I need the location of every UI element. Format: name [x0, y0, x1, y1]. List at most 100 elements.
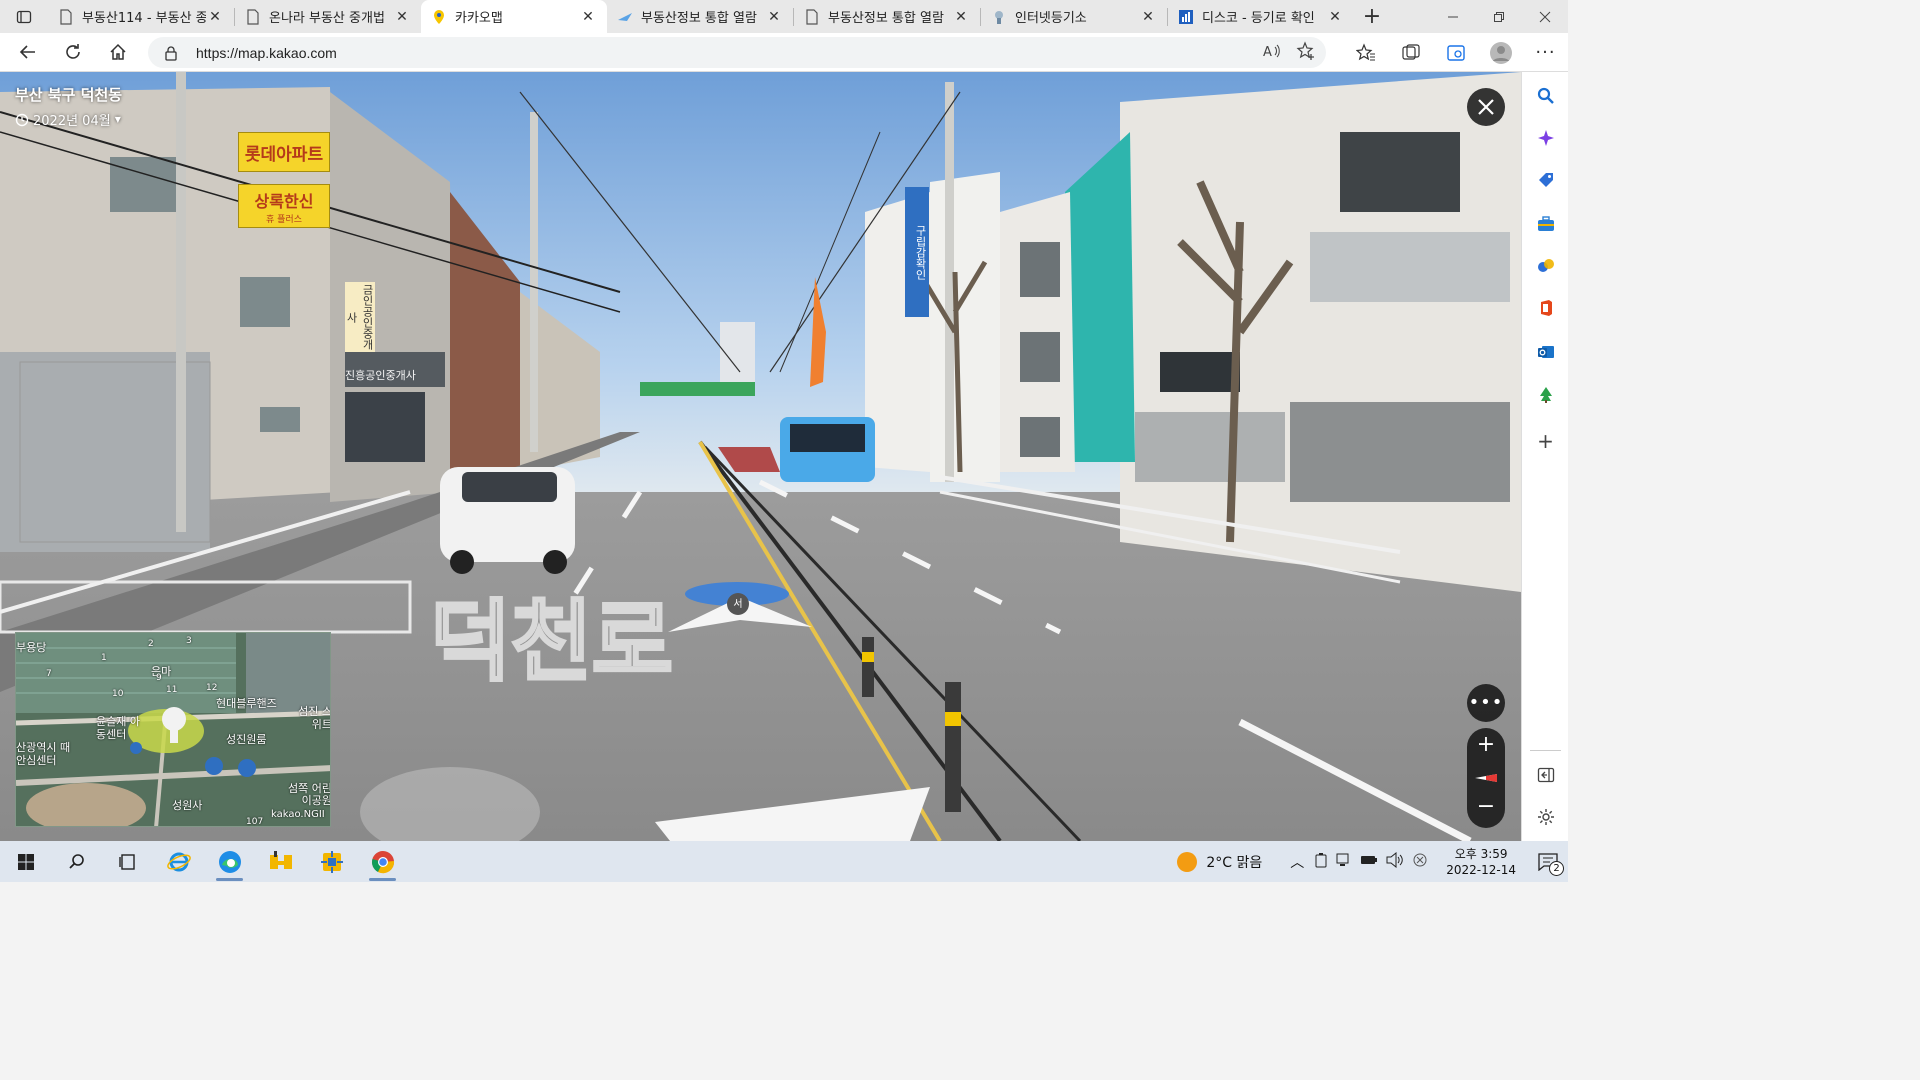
close-icon[interactable]: ✕	[393, 9, 411, 25]
sign-right-banner: 구립감확인	[914, 225, 927, 280]
close-icon[interactable]: ✕	[765, 9, 783, 25]
more-icon: •••	[1468, 692, 1504, 713]
system-tray: 2°C 맑음 ︿ 오후 3:59 2022-12-14 2	[1176, 841, 1568, 882]
notification-center-button[interactable]: 2	[1528, 852, 1568, 876]
new-tab-button[interactable]: +	[1354, 0, 1390, 33]
minimap-block-number: 1	[101, 653, 107, 663]
search-icon	[68, 853, 84, 869]
refresh-button[interactable]	[50, 33, 95, 72]
roadview-panorama[interactable]: 덕천로 롯데아파트 상록한신 휴 플러스 금인공인중개사 진흥공인중개사 구립감…	[0, 72, 1521, 841]
tag-icon	[1538, 173, 1553, 187]
tab-kakaomap[interactable]: 카카오맵 ✕	[421, 0, 607, 33]
close-icon[interactable]: ✕	[1326, 9, 1344, 25]
tab-actions-button[interactable]	[0, 0, 48, 33]
tab-internet-registry[interactable]: 인터넷등기소 ✕	[981, 0, 1167, 33]
sign-sangrok-sub: 휴 플러스	[266, 214, 302, 225]
direction-label: 서	[733, 599, 743, 610]
taskbar-edge[interactable]	[204, 841, 255, 882]
sign-realty-storefront: 진흥공인중개사	[345, 369, 416, 382]
outlook-icon	[1537, 346, 1554, 358]
close-roadview-button[interactable]	[1467, 88, 1505, 126]
sparkle-icon	[1537, 130, 1554, 146]
edge-bar-button[interactable]	[1433, 33, 1478, 72]
tab-title: 온나라 부동산 중개법	[269, 11, 385, 26]
games-icon	[1537, 259, 1554, 272]
close-icon[interactable]: ✕	[952, 9, 970, 25]
battery-saver-icon[interactable]	[1314, 852, 1328, 872]
page-icon	[58, 8, 74, 25]
tab-realestate-info-2[interactable]: 부동산정보 통합 열람 ✕	[794, 0, 980, 33]
tab-busan114[interactable]: 부동산114 - 부동산 종 ✕	[48, 0, 234, 33]
minimize-button[interactable]	[1430, 0, 1476, 33]
tab-title: 부동산정보 통합 열람	[828, 11, 944, 26]
sidebar-tools-button[interactable]	[1522, 203, 1569, 245]
home-button[interactable]	[95, 33, 140, 72]
collections-button[interactable]	[1388, 33, 1433, 72]
sidebar-add-button[interactable]: +	[1522, 420, 1569, 462]
minimap[interactable]: 부용당 은마 현대블루핸즈 윤슬재 아동센터 성진원룸 섬진 스위트 산광역시 …	[15, 632, 331, 827]
tab-disco[interactable]: 디스코 - 등기로 확인 ✕	[1168, 0, 1354, 33]
weather-widget[interactable]: 2°C 맑음	[1176, 851, 1262, 873]
windows-taskbar: 2°C 맑음 ︿ 오후 3:59 2022-12-14 2	[0, 841, 1568, 882]
tab-realestate-info-1[interactable]: 부동산정보 통합 열람 ✕	[607, 0, 793, 33]
close-icon[interactable]: ✕	[579, 9, 597, 25]
back-button[interactable]	[5, 33, 50, 72]
compass-button[interactable]	[1467, 765, 1505, 791]
close-icon[interactable]: ✕	[1139, 9, 1157, 25]
profile-button[interactable]	[1478, 33, 1523, 72]
sidebar-office-button[interactable]	[1522, 287, 1569, 329]
minimap-attribution: kakao.NGII	[271, 809, 325, 820]
zoom-in-button[interactable]: +	[1467, 734, 1505, 760]
sidebar-settings-button[interactable]	[1522, 796, 1569, 838]
edge-bar-icon	[1446, 44, 1465, 61]
minimap-label: 섬쪽 어린이공원	[288, 782, 331, 807]
restore-button[interactable]	[1476, 0, 1522, 33]
tab-onnara[interactable]: 온나라 부동산 중개법 ✕	[235, 0, 421, 33]
network-icon[interactable]	[1336, 852, 1352, 872]
taskbar-ie[interactable]	[153, 841, 204, 882]
clock[interactable]: 오후 3:59 2022-12-14	[1446, 846, 1516, 878]
chart-icon	[1178, 9, 1194, 25]
taskbar-app-network[interactable]	[306, 841, 357, 882]
toolbar-right: ···	[1343, 33, 1568, 72]
offline-status-icon[interactable]	[1412, 852, 1428, 872]
back-arrow-icon	[19, 45, 35, 59]
date-selector[interactable]: 2022년 04월 ▼	[15, 110, 121, 129]
sidebar-tree-button[interactable]	[1522, 374, 1569, 416]
sign-realty-vertical: 금인공인중개사	[345, 282, 375, 352]
more-options-button[interactable]: •••	[1467, 684, 1505, 722]
taskbar-app-yellow[interactable]	[255, 841, 306, 882]
page-icon	[804, 8, 820, 25]
plane-icon	[617, 9, 633, 25]
sidebar-shopping-button[interactable]	[1522, 159, 1569, 201]
taskbar-search-button[interactable]	[51, 841, 102, 882]
start-button[interactable]	[0, 841, 51, 882]
restore-icon	[1494, 11, 1504, 22]
address-bar[interactable]: https://map.kakao.com A	[148, 37, 1326, 68]
sidebar-games-button[interactable]	[1522, 245, 1569, 287]
close-window-button[interactable]	[1522, 0, 1568, 33]
volume-icon[interactable]	[1386, 851, 1404, 872]
add-favorite-button[interactable]	[1296, 41, 1316, 65]
zoom-out-button[interactable]: −	[1467, 796, 1505, 822]
sidebar-search-button[interactable]	[1522, 75, 1569, 117]
location-title: 부산 북구 덕천동	[15, 86, 123, 104]
avatar-icon	[1489, 41, 1512, 64]
minimap-label: 부용당	[16, 641, 47, 654]
close-icon[interactable]: ✕	[206, 9, 224, 25]
read-aloud-button[interactable]: A	[1262, 41, 1282, 65]
sidebar-discover-button[interactable]	[1522, 117, 1569, 159]
plus-icon: +	[1362, 4, 1382, 29]
plus-icon: +	[1537, 429, 1554, 453]
tab-title: 인터넷등기소	[1015, 11, 1087, 26]
sidebar-outlook-button[interactable]	[1522, 331, 1569, 373]
show-hidden-icons-button[interactable]: ︿	[1290, 852, 1304, 872]
zoom-control: + −	[1467, 728, 1505, 828]
sidebar-hide-button[interactable]	[1522, 754, 1569, 796]
battery-icon[interactable]	[1360, 854, 1378, 870]
settings-menu-button[interactable]: ···	[1523, 33, 1568, 72]
task-view-icon	[118, 853, 135, 870]
favorites-button[interactable]	[1343, 33, 1388, 72]
task-view-button[interactable]	[102, 841, 153, 882]
taskbar-chrome[interactable]	[357, 841, 408, 882]
